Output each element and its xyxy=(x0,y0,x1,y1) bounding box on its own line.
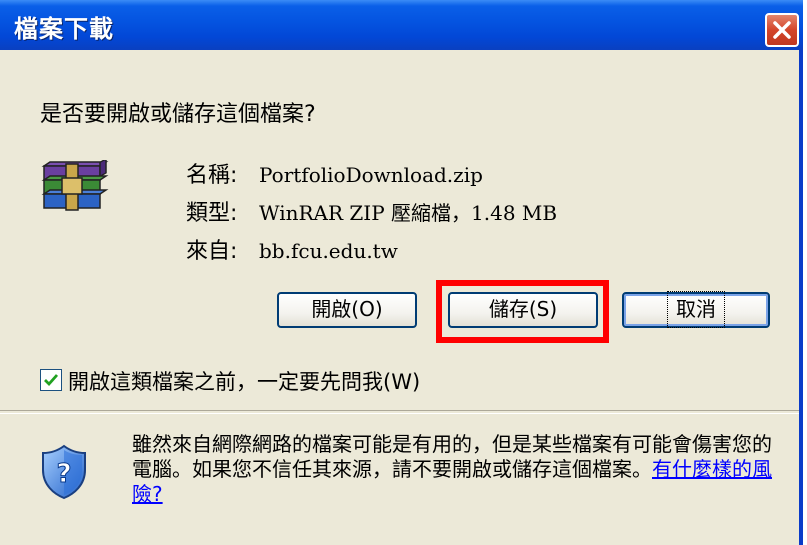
file-type-value: WinRAR ZIP 壓縮檔，1.48 MB xyxy=(259,201,558,225)
title-bar[interactable]: 檔案下載 xyxy=(0,0,803,50)
file-type-row: 類型: WinRAR ZIP 壓縮檔，1.48 MB xyxy=(186,195,557,227)
file-source-value: bb.fcu.edu.tw xyxy=(259,239,398,263)
close-icon xyxy=(773,21,791,39)
file-source-label: 來自: xyxy=(186,239,238,264)
dialog-title: 檔案下載 xyxy=(14,15,114,43)
file-download-dialog: 檔案下載 是否要開啟或儲存這個檔案? 名稱: PortfolioDownload… xyxy=(0,0,803,545)
cancel-button-label: 取消 xyxy=(667,291,725,328)
file-name-label: 名稱: xyxy=(186,163,238,188)
file-source-row: 來自: bb.fcu.edu.tw xyxy=(186,233,398,265)
question-text: 是否要開啟或儲存這個檔案? xyxy=(40,102,316,127)
open-button-label: 開啟(O) xyxy=(311,297,383,321)
open-button[interactable]: 開啟(O) xyxy=(277,292,417,328)
winrar-archive-icon xyxy=(41,160,109,211)
ask-before-open-checkbox[interactable] xyxy=(40,369,62,391)
close-button[interactable] xyxy=(765,13,799,47)
divider xyxy=(0,410,799,414)
checkmark-icon xyxy=(44,374,59,387)
svg-text:?: ? xyxy=(56,459,71,489)
cancel-button[interactable]: 取消 xyxy=(622,291,770,328)
ask-before-open-label[interactable]: 開啟這類檔案之前，一定要先問我(W) xyxy=(68,366,420,396)
file-name-row: 名稱: PortfolioDownload.zip xyxy=(186,157,483,189)
security-warning: 雖然來自網際網路的檔案可能是有用的，但是某些檔案有可能會傷害您的電腦。如果您不信… xyxy=(132,432,772,507)
save-button-highlight xyxy=(436,280,609,343)
file-name-value: PortfolioDownload.zip xyxy=(259,163,483,187)
security-shield-icon: ? xyxy=(42,444,86,500)
file-type-label: 類型: xyxy=(186,201,238,226)
